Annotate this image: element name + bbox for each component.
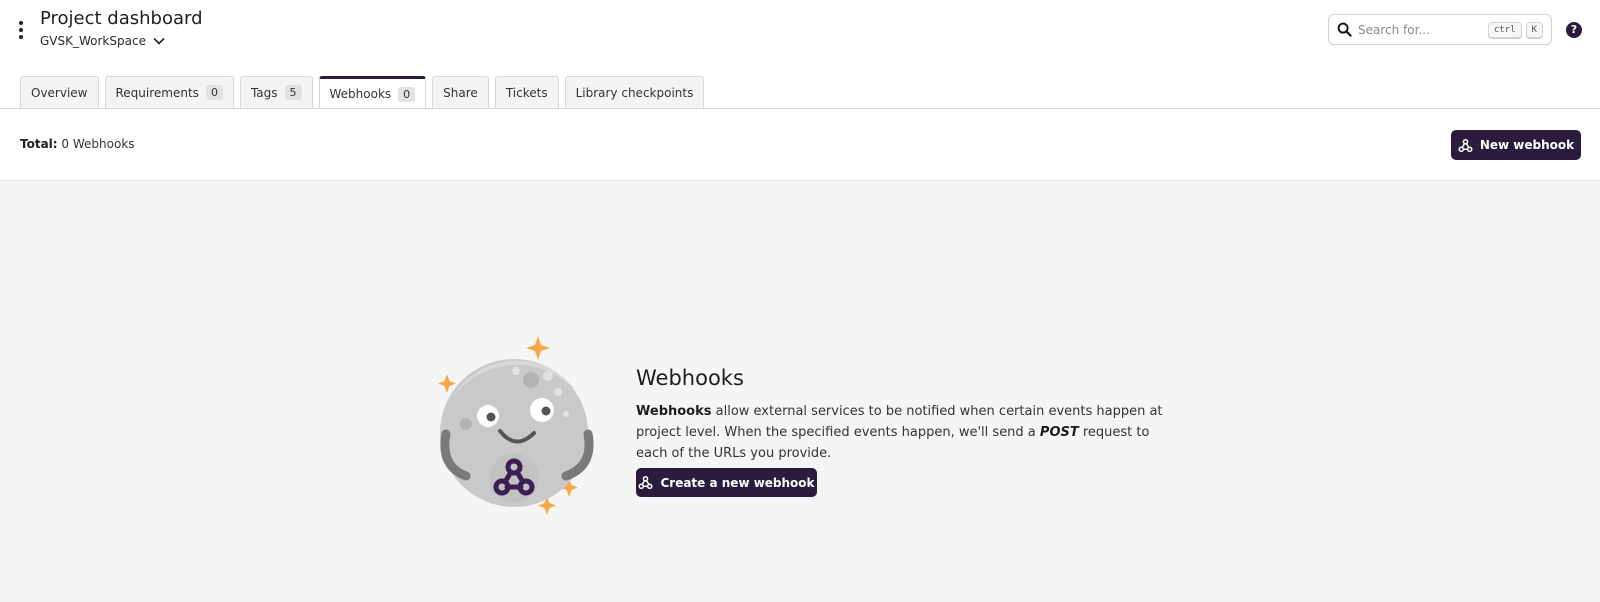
chevron-down-icon bbox=[153, 37, 165, 45]
webhooks-toolbar: Total: 0 Webhooks New webhook bbox=[0, 109, 1600, 181]
create-webhook-label: Create a new webhook bbox=[660, 475, 815, 490]
tab-requirements[interactable]: Requirements 0 bbox=[104, 76, 234, 108]
webhook-icon bbox=[1458, 138, 1473, 152]
tab-label: Webhooks bbox=[329, 87, 392, 101]
empty-state-title: Webhooks bbox=[636, 366, 744, 390]
create-webhook-button[interactable]: Create a new webhook bbox=[636, 468, 817, 497]
description-method: POST bbox=[1039, 425, 1079, 440]
new-webhook-button[interactable]: New webhook bbox=[1451, 130, 1581, 160]
description-bold: Webhooks bbox=[636, 404, 712, 419]
workspace-selector[interactable]: GVSK_WorkSpace bbox=[40, 34, 166, 48]
total-count: Total: 0 Webhooks bbox=[20, 137, 135, 151]
webhook-icon bbox=[638, 475, 654, 490]
kebab-menu-icon[interactable] bbox=[13, 18, 29, 42]
search-box[interactable]: Search for... ctrl K bbox=[1328, 14, 1552, 45]
tab-count-badge: 0 bbox=[398, 86, 416, 102]
moon-mascot-illustration bbox=[438, 336, 594, 515]
new-webhook-label: New webhook bbox=[1479, 138, 1575, 152]
page-title: Project dashboard bbox=[40, 8, 203, 29]
tab-library-checkpoints[interactable]: Library checkpoints bbox=[564, 76, 705, 108]
tab-tags[interactable]: Tags 5 bbox=[239, 76, 313, 108]
shortcut-key-ctrl: ctrl bbox=[1487, 21, 1522, 38]
workspace-name: GVSK_WorkSpace bbox=[40, 34, 146, 48]
tab-label: Overview bbox=[31, 85, 88, 100]
tab-tickets[interactable]: Tickets bbox=[494, 76, 559, 108]
shortcut-key-k: K bbox=[1525, 21, 1543, 38]
tab-bar: Overview Requirements 0 Tags 5 Webhooks … bbox=[20, 76, 705, 109]
help-icon[interactable]: ? bbox=[1566, 22, 1582, 38]
empty-state-area: Webhooks Webhooks allow external service… bbox=[0, 181, 1600, 602]
tab-label: Share bbox=[443, 85, 478, 100]
search-placeholder: Search for... bbox=[1358, 22, 1430, 37]
tab-count-badge: 5 bbox=[284, 85, 302, 100]
total-label: Total: bbox=[20, 137, 58, 151]
tab-count-badge: 0 bbox=[205, 85, 223, 100]
tab-webhooks[interactable]: Webhooks 0 bbox=[318, 76, 427, 109]
tab-label: Requirements bbox=[115, 85, 199, 100]
tab-label: Tickets bbox=[505, 85, 548, 100]
tab-overview[interactable]: Overview bbox=[20, 76, 99, 108]
tab-label: Tags bbox=[250, 85, 278, 100]
search-icon bbox=[1337, 22, 1352, 37]
tab-share[interactable]: Share bbox=[432, 76, 489, 108]
total-value: 0 Webhooks bbox=[61, 137, 135, 151]
page-header: Project dashboard GVSK_WorkSpace Search … bbox=[0, 0, 1600, 76]
tab-label: Library checkpoints bbox=[575, 85, 694, 100]
empty-state-description: Webhooks allow external services to be n… bbox=[636, 401, 1166, 464]
